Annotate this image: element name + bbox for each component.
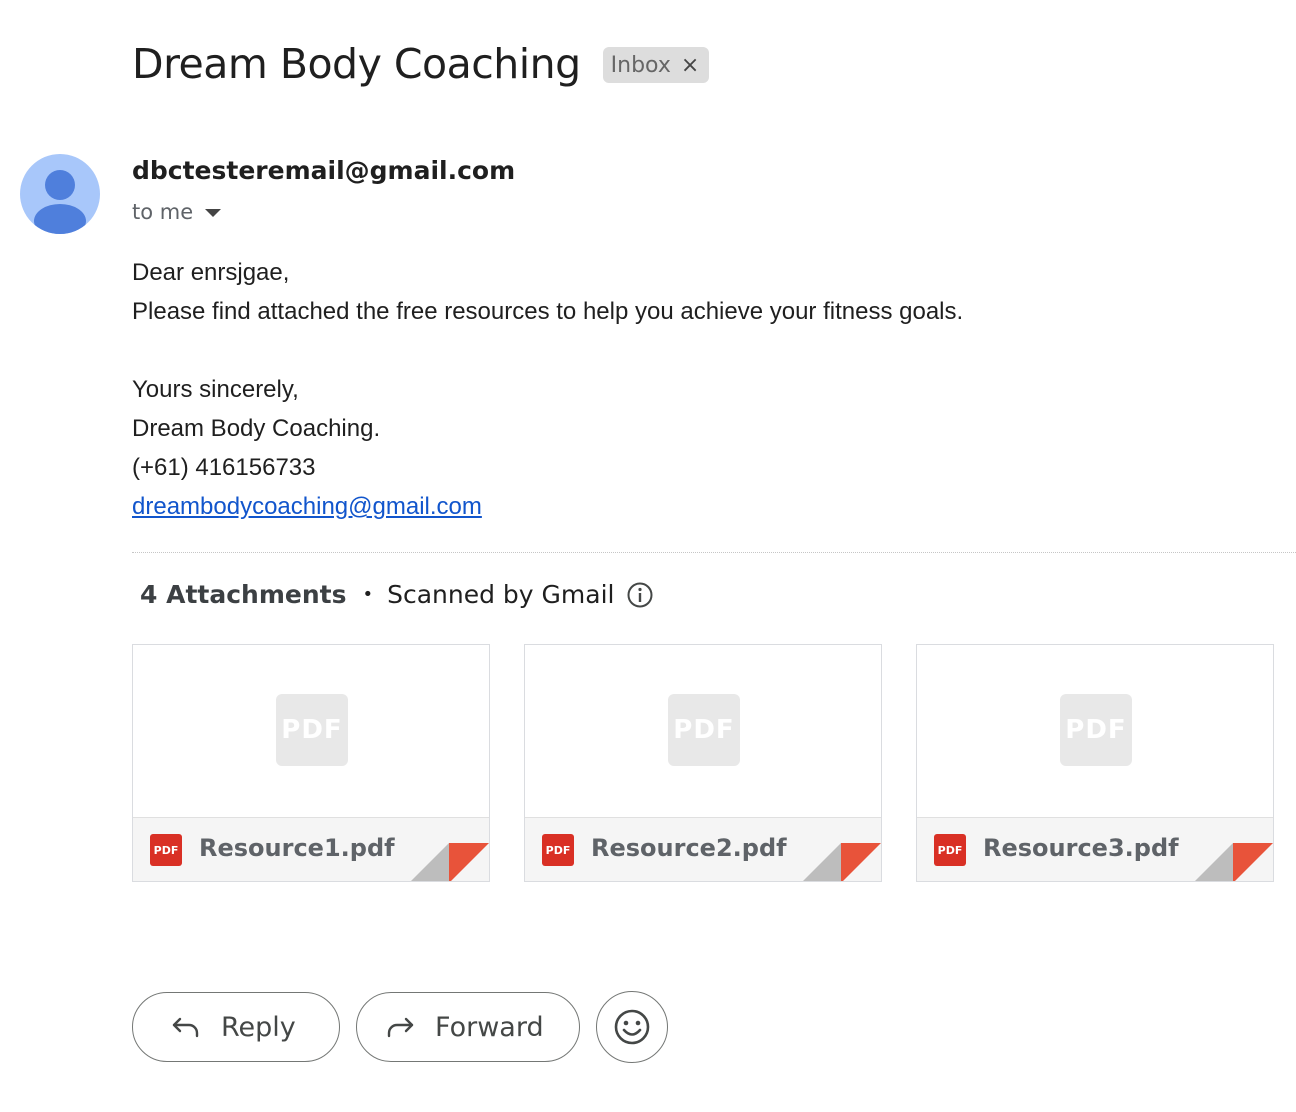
body-greeting: Dear enrsjgae,: [132, 259, 290, 286]
forward-button-label: Forward: [435, 1011, 544, 1043]
recipient-details-toggle[interactable]: to me: [132, 200, 222, 224]
scanned-by-gmail-label: Scanned by Gmail: [387, 580, 615, 609]
label-chip-text: Inbox: [610, 52, 671, 78]
pdf-preview-icon: PDF: [1060, 694, 1132, 766]
attachment-card[interactable]: PDF PDF Resource3.pdf: [916, 644, 1274, 882]
body-message: Please find attached the free resources …: [132, 298, 964, 325]
pdf-file-icon: PDF: [150, 834, 182, 866]
reply-arrow-icon: [171, 1015, 201, 1039]
inbox-label-chip[interactable]: Inbox ×: [602, 47, 710, 83]
body-blank-line: [132, 331, 963, 370]
signature-name: Dream Body Coaching.: [132, 415, 381, 442]
page-fold-icon: [803, 843, 881, 881]
person-icon: [34, 170, 86, 234]
smiley-icon: [614, 1009, 650, 1045]
reply-button[interactable]: Reply: [132, 992, 340, 1062]
attachment-preview[interactable]: PDF: [133, 645, 489, 817]
attachment-card[interactable]: PDF PDF Resource1.pdf: [132, 644, 490, 882]
attachment-file-name: Resource3.pdf: [983, 834, 1179, 862]
attachment-preview[interactable]: PDF: [917, 645, 1273, 817]
sender-avatar[interactable]: [20, 154, 100, 234]
reply-actions: Reply Forward: [132, 991, 668, 1063]
header-separator: •: [362, 584, 374, 605]
pdf-preview-icon: PDF: [276, 694, 348, 766]
caret-down-icon: [205, 209, 222, 217]
email-body: Dear enrsjgae, Please find attached the …: [132, 253, 963, 526]
attachment-file-name: Resource1.pdf: [199, 834, 395, 862]
signature-email-link[interactable]: dreambodycoaching@gmail.com: [132, 493, 482, 520]
signature-phone: (+61) 416156733: [132, 454, 316, 481]
info-icon[interactable]: [626, 581, 654, 609]
attachment-card[interactable]: PDF PDF Resource2.pdf: [524, 644, 882, 882]
attachment-preview[interactable]: PDF: [525, 645, 881, 817]
pdf-file-icon: PDF: [934, 834, 966, 866]
pdf-file-icon: PDF: [542, 834, 574, 866]
attachment-file-name: Resource2.pdf: [591, 834, 787, 862]
reply-button-label: Reply: [221, 1011, 296, 1043]
pdf-preview-icon: PDF: [668, 694, 740, 766]
attachments-divider: [132, 552, 1296, 553]
add-reaction-button[interactable]: [596, 991, 668, 1063]
body-closing: Yours sincerely,: [132, 376, 299, 403]
remove-label-icon[interactable]: ×: [681, 53, 699, 78]
email-subject: Dream Body Coaching: [132, 40, 581, 88]
attachment-footer[interactable]: PDF Resource2.pdf: [525, 817, 881, 881]
page-fold-icon: [1195, 843, 1273, 881]
forward-button[interactable]: Forward: [356, 992, 580, 1062]
attachments-header: 4 Attachments • Scanned by Gmail: [140, 580, 654, 609]
page-fold-icon: [411, 843, 489, 881]
forward-arrow-icon: [385, 1015, 415, 1039]
recipient-label: to me: [132, 200, 194, 224]
subject-row: Dream Body Coaching Inbox ×: [132, 40, 710, 88]
attachments-count: 4 Attachments: [140, 580, 347, 609]
sender-email[interactable]: dbctesteremail@gmail.com: [132, 156, 515, 185]
attachment-footer[interactable]: PDF Resource1.pdf: [133, 817, 489, 881]
attachment-footer[interactable]: PDF Resource3.pdf: [917, 817, 1273, 881]
